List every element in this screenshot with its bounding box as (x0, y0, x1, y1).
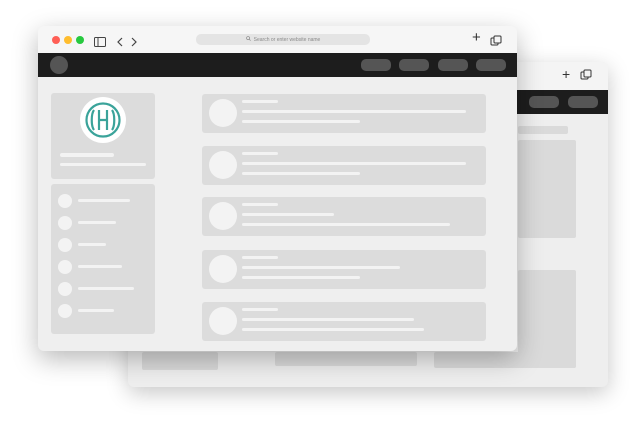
monogram-logo-icon (85, 102, 121, 143)
address-bar[interactable]: Search or enter website name (196, 34, 370, 45)
sidebar-item-label (78, 221, 116, 224)
profile-card (51, 93, 155, 179)
feed-card-line (242, 172, 360, 175)
feed-card-title (242, 152, 278, 155)
feed-card-line (242, 223, 450, 226)
feed-card-avatar (209, 307, 237, 335)
feed-card-avatar (209, 255, 237, 283)
address-placeholder: Search or enter website name (253, 36, 321, 43)
stage: + Search or enter website name + (0, 0, 640, 427)
feed-card-line (242, 266, 400, 269)
back-new-tab-button[interactable]: + (562, 67, 570, 81)
feed-card-line (242, 162, 466, 165)
back-heading-placeholder (518, 126, 568, 134)
search-icon (245, 36, 251, 43)
feed-card[interactable] (202, 197, 486, 236)
sidebar-item-label (78, 309, 114, 312)
sidebar-item-icon (58, 216, 72, 230)
feed-card-line (242, 213, 334, 216)
sidebar-item-icon (58, 238, 72, 252)
feed-card-title (242, 100, 278, 103)
feed-card[interactable] (202, 94, 486, 133)
sidebar-item-icon (58, 194, 72, 208)
feed-card[interactable] (202, 302, 486, 341)
browser-toolbar: Search or enter website name + (38, 26, 517, 53)
sidebar-menu (51, 184, 155, 334)
feed-card-line (242, 110, 466, 113)
back-footer-block (142, 352, 218, 370)
tabs-overview-icon[interactable] (580, 69, 592, 84)
back-content-block (518, 140, 576, 238)
sidebar-item-icon (58, 260, 72, 274)
back-nav-item[interactable] (529, 96, 559, 108)
feed-card-line (242, 276, 360, 279)
sidebar-item-icon (58, 282, 72, 296)
nav-item[interactable] (476, 59, 506, 71)
sidebar-item-label (78, 265, 122, 268)
zoom-window-button[interactable] (76, 36, 84, 44)
feed-card-avatar (209, 151, 237, 179)
sidebar-item-label (78, 243, 106, 246)
feed-card-avatar (209, 99, 237, 127)
feed-card-title (242, 308, 278, 311)
feed-card-title (242, 203, 278, 206)
profile-subtitle-placeholder (60, 163, 146, 166)
nav-item[interactable] (399, 59, 429, 71)
feed-card-line (242, 318, 414, 321)
feed-card[interactable] (202, 146, 486, 185)
feed-card-title (242, 256, 278, 259)
sidebar-item-label (78, 199, 130, 202)
profile-name-placeholder (60, 153, 114, 157)
close-window-button[interactable] (52, 36, 60, 44)
site-navbar (38, 53, 517, 77)
tabs-overview-icon[interactable] (490, 34, 502, 52)
feed-card-line (242, 120, 360, 123)
back-footer-block (434, 352, 576, 368)
site-avatar[interactable] (50, 56, 68, 74)
back-nav-item[interactable] (568, 96, 598, 108)
sidebar-item-icon (58, 304, 72, 318)
back-footer-block (275, 352, 417, 366)
front-browser-window[interactable]: Search or enter website name + (38, 26, 517, 351)
nav-item[interactable] (438, 59, 468, 71)
sidebar-item-label (78, 287, 134, 290)
feed-card[interactable] (202, 250, 486, 289)
minimize-window-button[interactable] (64, 36, 72, 44)
new-tab-button[interactable]: + (472, 30, 481, 46)
nav-item[interactable] (361, 59, 391, 71)
sidebar-icon[interactable] (94, 34, 106, 52)
feed-card-avatar (209, 202, 237, 230)
chevron-left-icon[interactable] (116, 34, 124, 52)
profile-logo (80, 97, 126, 143)
chevron-right-icon[interactable] (130, 34, 138, 52)
feed-card-line (242, 328, 424, 331)
